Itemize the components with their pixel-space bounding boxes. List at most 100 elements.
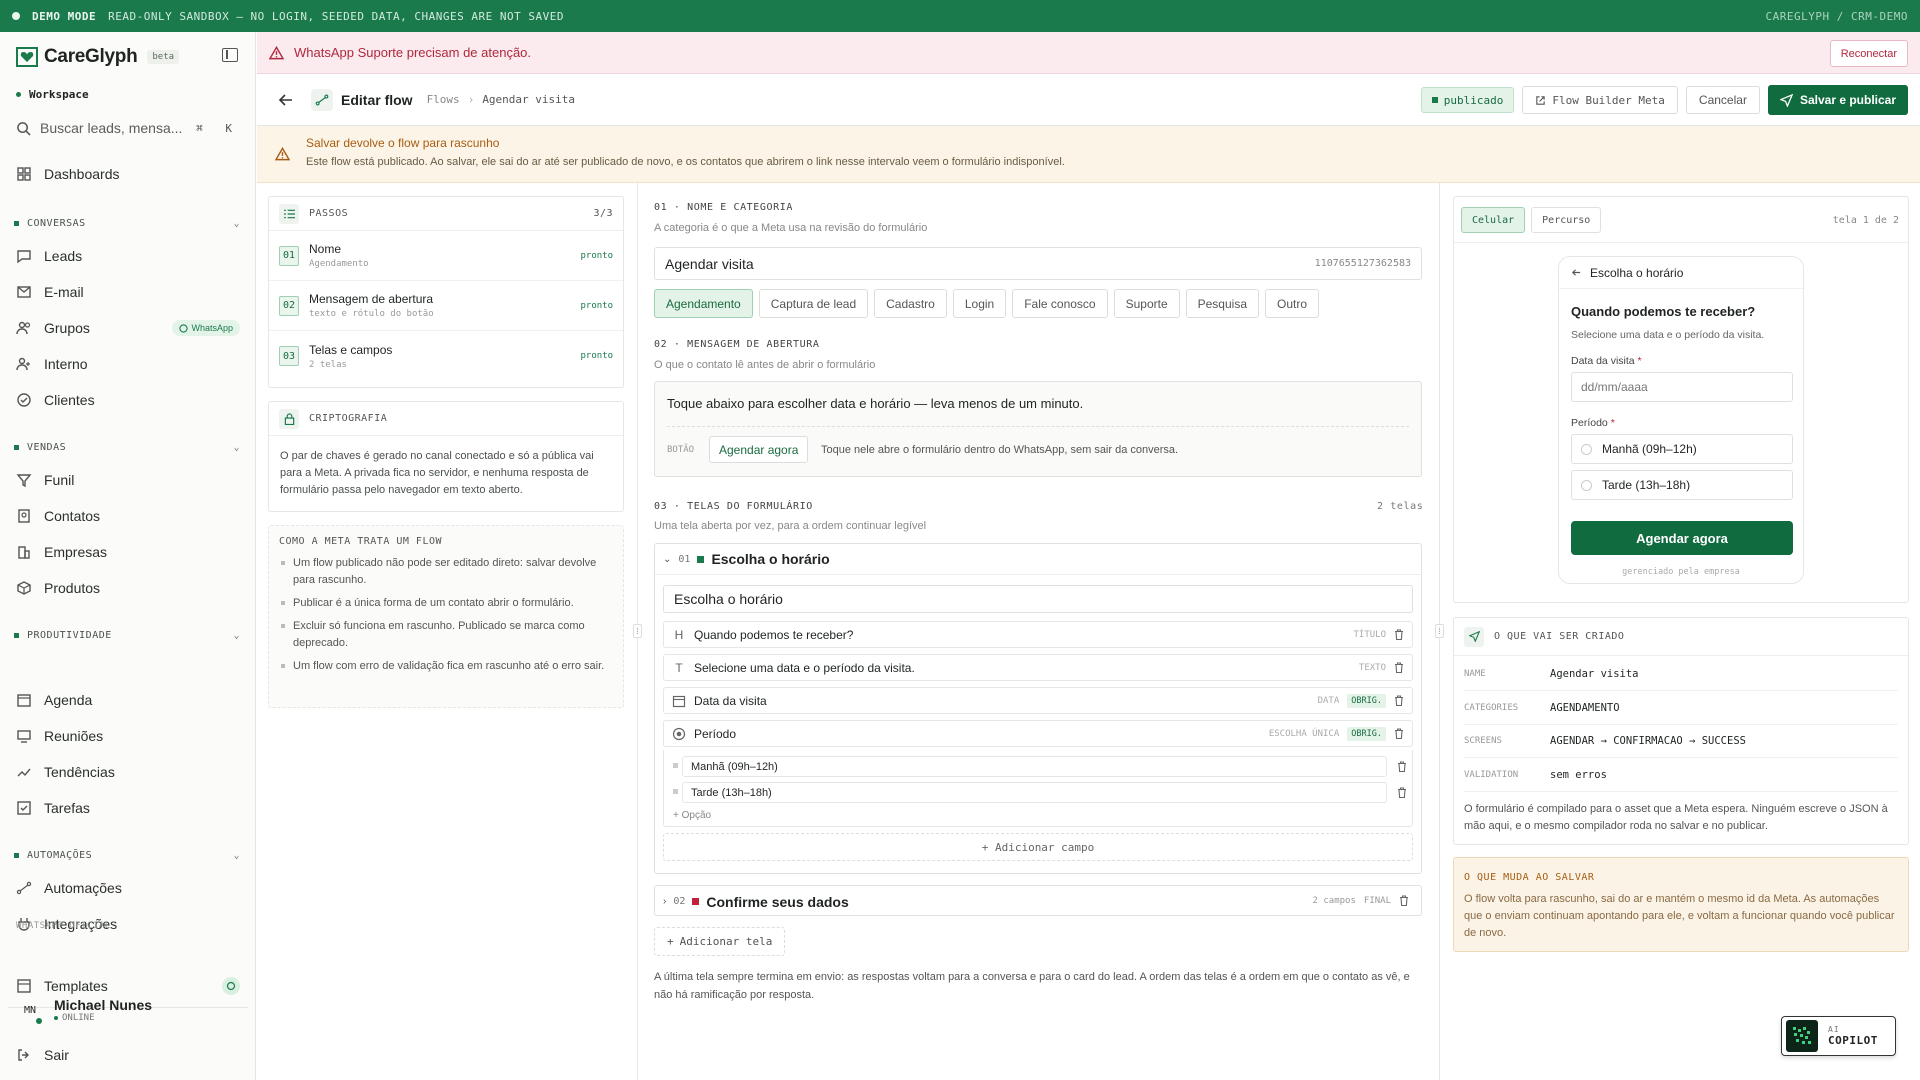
breadcrumb-current: Agendar visita: [482, 93, 576, 106]
category-pesquisa[interactable]: Pesquisa: [1185, 289, 1259, 318]
lock-icon: [279, 408, 299, 429]
radio-circle-icon: [1581, 479, 1592, 491]
opening-message-text[interactable]: Toque abaixo para escolher data e horári…: [667, 396, 1083, 411]
step-name: Mensagem de abertura: [309, 292, 434, 306]
arrow-left-icon[interactable]: [1571, 267, 1582, 278]
sidebar-item-dashboards[interactable]: Dashboards: [16, 159, 240, 189]
step-item-nome[interactable]: 01 Nome Agendamento pronto: [269, 231, 623, 281]
radio-option[interactable]: Manhã (09h–12h): [1571, 434, 1793, 464]
field-row[interactable]: Data da visita DATA OBRIG.: [663, 687, 1413, 714]
category-captura-de-lead[interactable]: Captura de lead: [758, 289, 869, 318]
sidebar-item-clientes[interactable]: Clientes: [16, 385, 240, 415]
steps-header: PASSOS 3/3: [269, 197, 623, 231]
reconnect-button[interactable]: Reconectar: [1829, 40, 1908, 67]
screen-title-input[interactable]: Escolha o horário: [663, 585, 1413, 613]
tab-percurso[interactable]: Percurso: [1531, 207, 1602, 233]
phone-header-title: Escolha o horário: [1590, 265, 1684, 280]
trash-icon[interactable]: [1397, 787, 1407, 798]
option-input[interactable]: Tarde (13h–18h): [682, 782, 1387, 803]
tab-celular[interactable]: Celular: [1461, 207, 1526, 233]
phone-subtitle: Selecione uma data e o período da visita…: [1571, 329, 1765, 341]
trash-icon[interactable]: [1397, 761, 1407, 772]
option-input[interactable]: Manhã (09h–12h): [682, 756, 1387, 777]
sidebar-item-label: Interno: [44, 356, 88, 372]
sidebar-item-leads[interactable]: Leads: [16, 241, 240, 271]
sidebar-item-produtos[interactable]: Produtos: [16, 573, 240, 603]
field-row[interactable]: H Quando podemos te receber? TÍTULO: [663, 621, 1413, 648]
add-option-button[interactable]: + Opção: [673, 810, 711, 821]
opening-message-editor[interactable]: Toque abaixo para escolher data e horári…: [654, 381, 1422, 477]
radio-option[interactable]: Tarde (13h–18h): [1571, 470, 1793, 500]
trash-icon[interactable]: [1394, 695, 1404, 706]
category-agendamento[interactable]: Agendamento: [654, 289, 753, 318]
section-automacoes[interactable]: AUTOMAÇÕES ⌄: [14, 850, 240, 861]
drag-handle-icon[interactable]: [673, 789, 678, 794]
search-input[interactable]: Buscar leads, mensa... ⌘ K: [16, 116, 240, 140]
alert-triangle-icon: [269, 45, 284, 59]
trash-icon[interactable]: [1394, 629, 1404, 640]
sidebar-item-funil[interactable]: Funil: [16, 465, 240, 495]
chat-icon: [17, 250, 31, 264]
date-input[interactable]: dd/mm/aaaa: [1571, 372, 1793, 402]
category-cadastro[interactable]: Cadastro: [874, 289, 947, 318]
button-label-input[interactable]: Agendar agora: [709, 436, 809, 463]
flow-builder-button[interactable]: Flow Builder Meta: [1522, 86, 1678, 114]
resize-handle-icon[interactable]: ⁞: [633, 624, 642, 638]
summary-value: AGENDAR → CONFIRMACAO → SUCCESS: [1550, 735, 1746, 747]
divider: [1464, 791, 1898, 792]
brand-logo[interactable]: CareGlyph beta: [16, 46, 180, 68]
field-row[interactable]: T Selecione uma data e o período da visi…: [663, 654, 1413, 681]
sidebar-item-agenda[interactable]: Agenda: [16, 685, 240, 715]
chevron-down-icon: ⌄: [233, 850, 240, 861]
trash-icon[interactable]: [1394, 728, 1404, 739]
whatsapp-icon: [222, 977, 240, 995]
flow-name-input[interactable]: Agendar visita 1107655127362583: [654, 247, 1422, 280]
save-changes-panel: O QUE MUDA AO SALVAR O flow volta para r…: [1453, 857, 1909, 952]
sidebar-item-label: E-mail: [44, 284, 84, 300]
sidebar-item-reunioes[interactable]: Reuniões: [16, 721, 240, 751]
drag-handle-icon[interactable]: [673, 763, 678, 768]
sidebar-item-label: Funil: [44, 472, 75, 488]
ai-copilot-button[interactable]: AI COPILOT: [1781, 1016, 1896, 1056]
category-login[interactable]: Login: [952, 289, 1007, 318]
category-outro[interactable]: Outro: [1265, 289, 1320, 318]
resize-handle-icon[interactable]: ⁞: [1435, 624, 1444, 638]
form-screen-2[interactable]: › 02 Confirme seus dados 2 campos FINAL: [654, 885, 1422, 916]
logout-button[interactable]: Sair: [16, 1040, 240, 1070]
add-screen-button[interactable]: + Adicionar tela: [654, 927, 786, 956]
step-item-telas[interactable]: 03 Telas e campos 2 telas pronto: [269, 331, 623, 381]
whatsapp-badge-label: WhatsApp: [191, 323, 233, 333]
sidebar-item-interno[interactable]: Interno: [16, 349, 240, 379]
sidebar-toggle-icon[interactable]: [222, 48, 238, 62]
section-conversas[interactable]: CONVERSAS ⌄: [14, 218, 240, 229]
section-produtividade[interactable]: PRODUTIVIDADE ⌄: [14, 630, 240, 641]
section-vendas[interactable]: VENDAS ⌄: [14, 442, 240, 453]
sidebar-item-empresas[interactable]: Empresas: [16, 537, 240, 567]
creation-summary: O QUE VAI SER CRIADO NAME Agendar visita …: [1453, 617, 1909, 845]
add-field-button[interactable]: + Adicionar campo: [663, 833, 1413, 861]
sidebar-item-tendencias[interactable]: Tendências: [16, 757, 240, 787]
form-screen-1: ⌄ 01 Escolha o horário Escolha o horário…: [654, 543, 1422, 874]
trash-icon[interactable]: [1399, 895, 1409, 906]
user-profile[interactable]: MN Michael Nunes ONLINE: [16, 996, 152, 1024]
cancel-button[interactable]: Cancelar: [1685, 86, 1760, 114]
screen-header[interactable]: ⌄ 01 Escolha o horário: [655, 544, 1421, 575]
workspace-switcher[interactable]: Workspace: [16, 88, 89, 101]
sidebar-item-email[interactable]: E-mail: [16, 277, 240, 307]
category-fale-conosco[interactable]: Fale conosco: [1012, 289, 1108, 318]
sidebar-item-tarefas[interactable]: Tarefas: [16, 793, 240, 823]
sidebar-item-grupos[interactable]: Grupos WhatsApp: [16, 313, 240, 343]
phone-submit-button[interactable]: Agendar agora: [1571, 521, 1793, 555]
trash-icon[interactable]: [1394, 662, 1404, 673]
save-publish-button[interactable]: Salvar e publicar: [1767, 85, 1908, 115]
step-item-mensagem[interactable]: 02 Mensagem de abertura texto e rótulo do…: [269, 281, 623, 331]
list-item: Excluir só funciona em rascunho. Publica…: [281, 618, 613, 652]
sidebar-item-automacoes[interactable]: Automações: [16, 873, 240, 903]
breadcrumb-flows[interactable]: Flows: [427, 93, 460, 106]
section-marker-icon: [14, 853, 19, 858]
field-row[interactable]: Período ESCOLHA ÚNICA OBRIG.: [663, 720, 1413, 747]
arrow-left-icon[interactable]: [277, 91, 295, 109]
phone-question: Quando podemos te receber?: [1571, 304, 1756, 319]
sidebar-item-contatos[interactable]: Contatos: [16, 501, 240, 531]
category-suporte[interactable]: Suporte: [1113, 289, 1180, 318]
